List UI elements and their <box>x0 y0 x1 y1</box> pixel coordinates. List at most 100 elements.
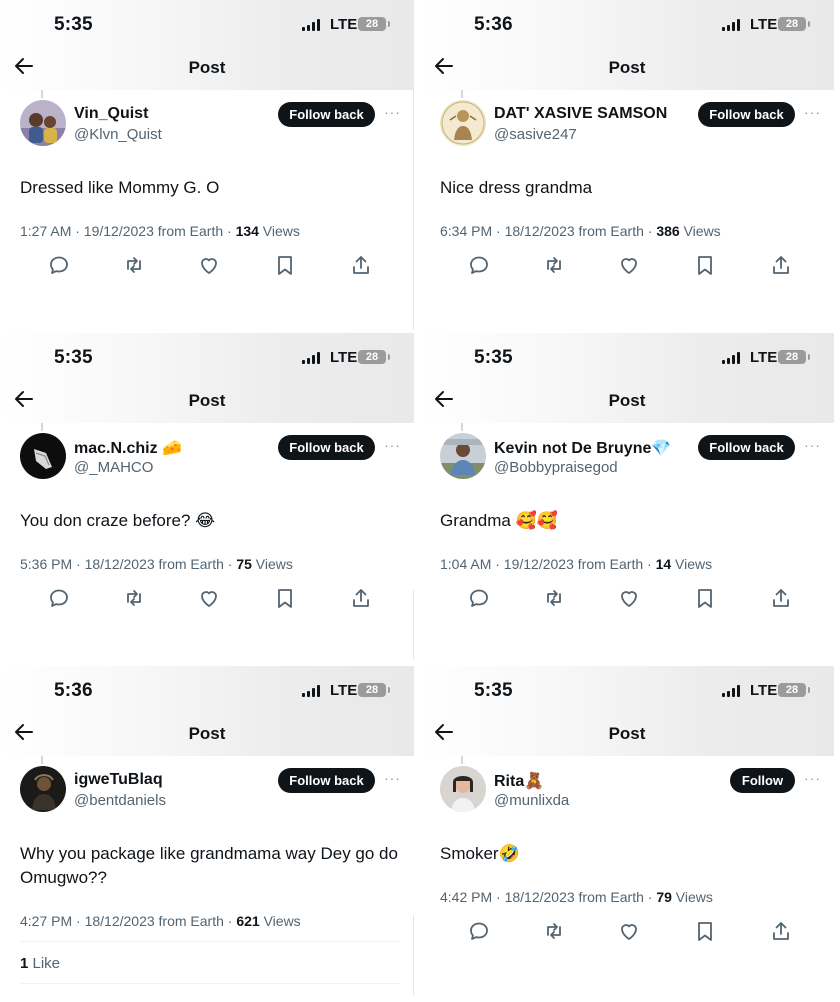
display-name[interactable]: Rita🧸 <box>494 771 544 791</box>
divider <box>413 915 414 995</box>
display-name-text: mac.N.chiz 🧀 <box>74 440 182 457</box>
page-title: Post <box>188 58 226 77</box>
follow-back-button[interactable]: Follow back <box>278 768 375 793</box>
bookmark-icon[interactable] <box>693 586 717 610</box>
views-label: Views <box>251 556 293 572</box>
bookmark-icon[interactable] <box>693 253 717 277</box>
network-label: LTE <box>750 349 778 366</box>
post-timestamp: 5:36 PM · 18/12/2023 from Earth · <box>20 556 237 572</box>
more-icon[interactable]: ··· <box>804 770 821 786</box>
bookmark-icon[interactable] <box>693 919 717 943</box>
page-title: Post <box>608 391 646 410</box>
display-name[interactable]: DAT' XASIVE SAMSON <box>494 105 667 123</box>
user-handle[interactable]: @munlixda <box>494 792 569 809</box>
more-icon[interactable]: ··· <box>804 437 821 453</box>
share-icon[interactable] <box>769 253 793 277</box>
page-title: Post <box>608 58 646 77</box>
views-label: Views <box>671 889 713 905</box>
reply-icon[interactable] <box>467 586 491 610</box>
reply-icon[interactable] <box>467 253 491 277</box>
bookmark-icon[interactable] <box>273 253 297 277</box>
follow-back-button[interactable]: Follow back <box>278 435 375 460</box>
post-timestamp: 4:42 PM · 18/12/2023 from Earth · <box>440 889 657 905</box>
reply-icon[interactable] <box>47 253 71 277</box>
post-panel-1: 5:35 LTE 28 Post Vin_Quist @Klvn_Quist F… <box>0 0 414 320</box>
post-panel-2: 5:36 LTE 28 Post DAT' XASIVE SAMSON @sas… <box>420 0 834 320</box>
display-name[interactable]: mac.N.chiz 🧀 <box>74 438 182 458</box>
post-panel-4: 5:35 LTE 28 Post Kevin not De Bruyne💎 @B… <box>420 333 834 653</box>
user-handle[interactable]: @_MAHCO <box>74 459 153 476</box>
follow-back-button[interactable]: Follow back <box>278 102 375 127</box>
user-handle[interactable]: @Bobbypraisegod <box>494 459 618 476</box>
post-meta: 1:04 AM · 19/12/2023 from Earth · 14 Vie… <box>440 556 712 572</box>
page-title: Post <box>608 724 646 743</box>
post-timestamp: 1:27 AM · 19/12/2023 from Earth · <box>20 223 236 239</box>
post-timestamp: 1:04 AM · 19/12/2023 from Earth · <box>440 556 656 572</box>
post-meta: 1:27 AM · 19/12/2023 from Earth · 134 Vi… <box>20 223 300 239</box>
signal-icon <box>302 19 322 31</box>
repost-icon[interactable] <box>542 253 566 277</box>
more-icon[interactable]: ··· <box>384 437 401 453</box>
signal-icon <box>722 352 742 364</box>
like-icon[interactable] <box>197 586 221 610</box>
post-meta: 4:27 PM · 18/12/2023 from Earth · 621 Vi… <box>20 913 301 929</box>
avatar[interactable] <box>440 766 486 812</box>
repost-icon[interactable] <box>122 586 146 610</box>
thread-line <box>41 423 43 431</box>
post-panel-6: 5:35 LTE 28 Post Rita🧸 @munlixda Follow … <box>420 666 834 986</box>
thread-line <box>461 90 463 98</box>
avatar[interactable] <box>20 433 66 479</box>
action-bar <box>37 253 383 277</box>
user-handle[interactable]: @Klvn_Quist <box>74 126 162 143</box>
post-text: Dressed like Mommy G. O <box>20 178 220 197</box>
share-icon[interactable] <box>769 919 793 943</box>
follow-back-button[interactable]: Follow back <box>698 102 795 127</box>
like-icon[interactable] <box>197 253 221 277</box>
bookmark-icon[interactable] <box>273 586 297 610</box>
repost-icon[interactable] <box>542 586 566 610</box>
display-name[interactable]: igweTuBlaq <box>74 771 163 789</box>
signal-icon <box>302 352 322 364</box>
share-icon[interactable] <box>349 586 373 610</box>
likes-label: Like <box>28 955 61 972</box>
follow-back-button[interactable]: Follow back <box>698 435 795 460</box>
network-label: LTE <box>330 682 358 699</box>
likes-count[interactable]: 1 Like <box>20 955 60 972</box>
repost-icon[interactable] <box>542 919 566 943</box>
reply-icon[interactable] <box>47 586 71 610</box>
thread-line <box>41 90 43 98</box>
view-count: 14 <box>655 556 672 572</box>
more-icon[interactable]: ··· <box>384 770 401 786</box>
share-icon[interactable] <box>769 586 793 610</box>
views-label: Views <box>679 223 721 239</box>
avatar[interactable] <box>440 433 486 479</box>
share-icon[interactable] <box>349 253 373 277</box>
more-icon[interactable]: ··· <box>804 104 821 120</box>
status-time: 5:36 <box>54 680 93 701</box>
avatar[interactable] <box>20 766 66 812</box>
user-handle[interactable]: @bentdaniels <box>74 792 166 809</box>
avatar[interactable] <box>20 100 66 146</box>
like-icon[interactable] <box>617 253 641 277</box>
post-panel-3: 5:35 LTE 28 Post mac.N.chiz 🧀 @_MAHCO Fo… <box>0 333 414 653</box>
like-icon[interactable] <box>617 586 641 610</box>
like-icon[interactable] <box>617 919 641 943</box>
network-label: LTE <box>330 349 358 366</box>
views-label: Views <box>258 223 300 239</box>
divider <box>20 941 400 942</box>
view-count: 79 <box>656 889 672 905</box>
post-text: Why you package like grandmama way Dey g… <box>20 844 398 887</box>
display-name[interactable]: Kevin not De Bruyne💎 <box>494 438 671 458</box>
more-icon[interactable]: ··· <box>384 104 401 120</box>
user-handle[interactable]: @sasive247 <box>494 126 577 143</box>
avatar[interactable] <box>440 100 486 146</box>
follow-button[interactable]: Follow <box>730 768 795 793</box>
repost-icon[interactable] <box>122 253 146 277</box>
post-panel-5: 5:36 LTE 28 Post igweTuBlaq @bentdaniels… <box>0 666 414 1002</box>
reply-icon[interactable] <box>467 919 491 943</box>
status-time: 5:36 <box>474 14 513 35</box>
action-bar <box>37 586 383 610</box>
display-name[interactable]: Vin_Quist <box>74 105 148 123</box>
view-count: 134 <box>235 223 259 239</box>
page-title: Post <box>188 391 226 410</box>
